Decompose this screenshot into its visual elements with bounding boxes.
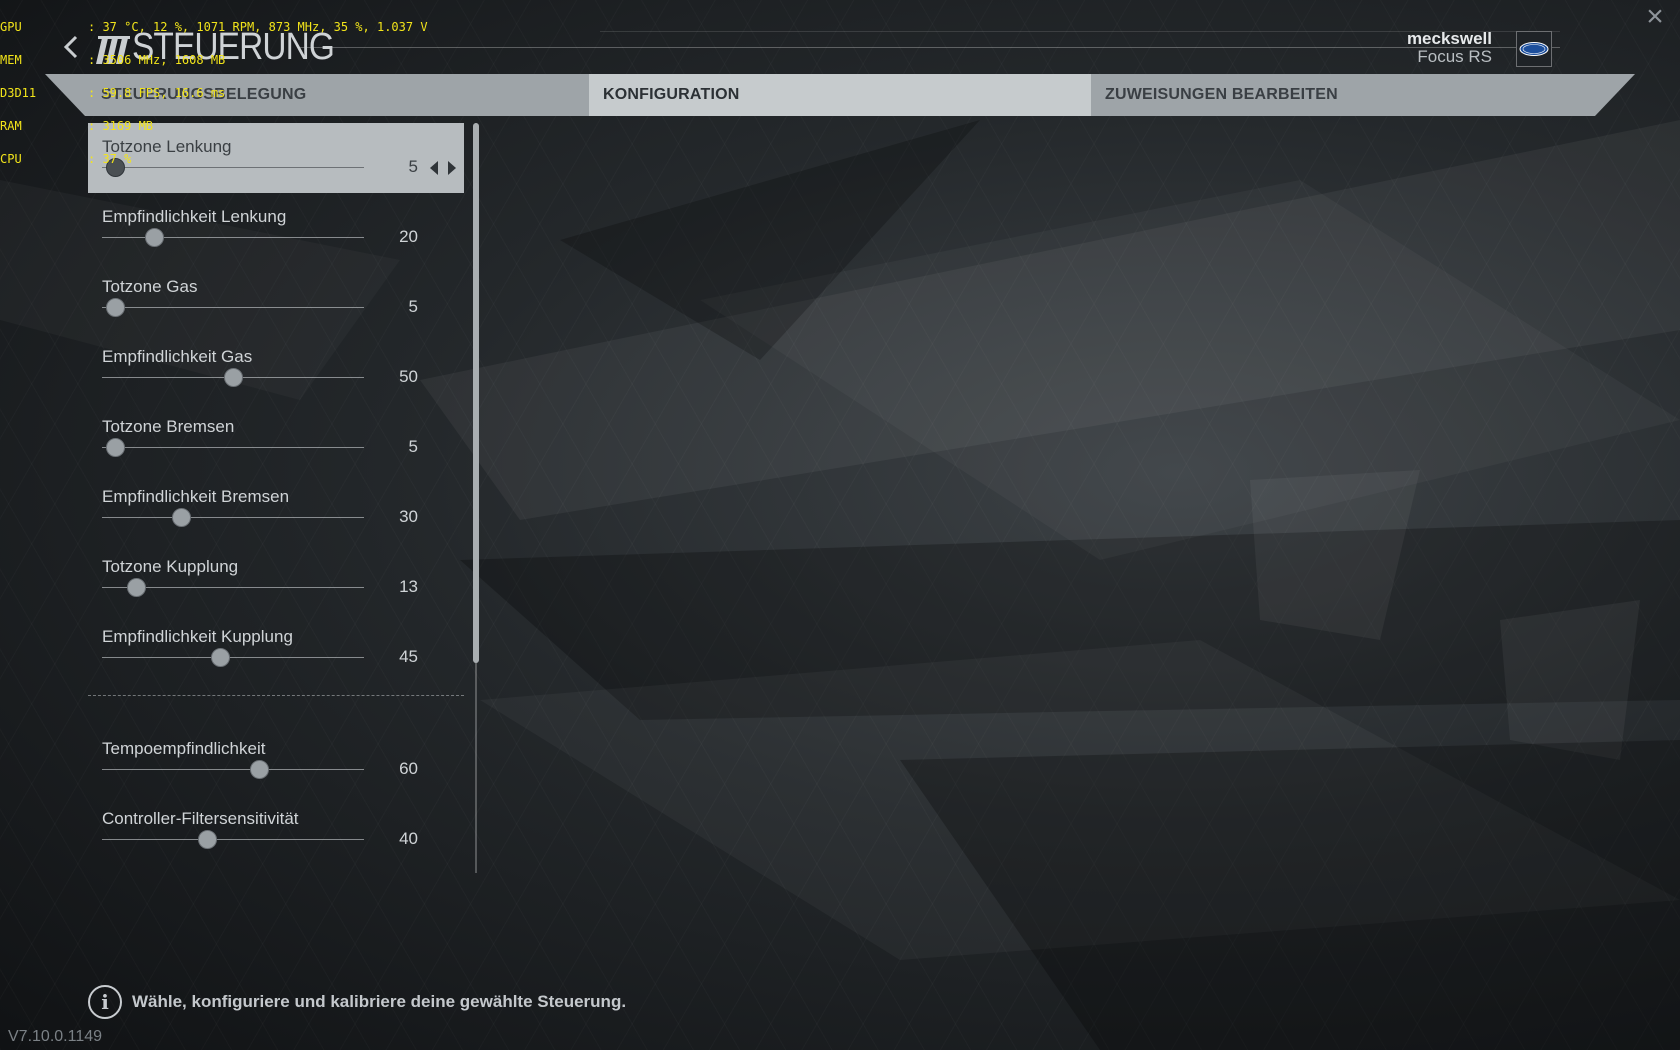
slider-track[interactable] (102, 237, 364, 238)
setting-label: Empfindlichkeit Kupplung (102, 627, 293, 646)
profile-info: meckswell Focus RS (1407, 30, 1492, 66)
hud-value: : 37 % (88, 152, 132, 166)
setting-label: Empfindlichkeit Gas (102, 347, 253, 366)
hud-value: : 3506 MHz, 1608 MB (88, 53, 226, 67)
scrollbar-thumb[interactable] (473, 123, 479, 663)
hud-row-d3d11: D3D11 : 59.8 FPS, 16.6 ms (0, 86, 428, 100)
slider-thumb[interactable] (171, 508, 191, 527)
slider-track[interactable] (102, 839, 364, 840)
setting-label: Tempoempfindlichkeit (102, 739, 266, 758)
setting-row[interactable]: Empfindlichkeit Bremsen 30 (88, 473, 464, 543)
performance-overlay: GPU : 37 °C, 12 %, 1071 RPM, 873 MHz, 35 … (0, 0, 428, 176)
hud-value: : 3169 MB (88, 119, 154, 133)
slider-thumb[interactable] (224, 368, 243, 387)
setting-value: 40 (399, 829, 418, 848)
setting-value: 45 (399, 647, 418, 666)
setting-value: 20 (399, 227, 418, 246)
hud-row-cpu: CPU : 37 % (0, 152, 428, 166)
slider-thumb[interactable] (106, 298, 126, 317)
hud-row-gpu: GPU : 37 °C, 12 %, 1071 RPM, 873 MHz, 35 … (0, 20, 428, 34)
setting-label: Totzone Kupplung (102, 557, 239, 576)
slider-track[interactable] (102, 769, 364, 770)
setting-label: Empfindlichkeit Lenkung (102, 207, 287, 226)
setting-label: Totzone Gas (102, 277, 198, 296)
hud-key: RAM (0, 119, 22, 133)
tab-konfiguration[interactable]: KONFIGURATION (589, 74, 1091, 116)
setting-row[interactable]: Empfindlichkeit Kupplung 45 (88, 613, 464, 683)
header-divider (300, 47, 1560, 48)
hud-row-mem: MEM : 3506 MHz, 1608 MB (0, 53, 428, 67)
setting-row[interactable]: Totzone Bremsen 5 (88, 403, 464, 473)
setting-row[interactable]: Empfindlichkeit Lenkung 20 (88, 193, 464, 263)
settings-group-primary: Totzone Lenkung 5 Empfindlichkeit Lenkung 2… (88, 123, 464, 683)
slider-thumb[interactable] (210, 648, 230, 667)
hud-value: : 59.8 FPS, 16.6 ms (88, 86, 226, 100)
hud-value: : 37 °C, 12 %, 1071 RPM, 873 MHz, 35 %, … (88, 20, 428, 34)
setting-value: 50 (399, 367, 418, 386)
car-name: Focus RS (1417, 47, 1492, 66)
setting-value: 60 (399, 759, 418, 778)
hud-row-ram: RAM : 3169 MB (0, 119, 428, 133)
hud-key: GPU (0, 20, 22, 34)
slider-thumb[interactable] (250, 760, 270, 779)
setting-row[interactable]: Empfindlichkeit Gas 50 (88, 333, 464, 403)
setting-row[interactable]: Totzone Gas 5 (88, 263, 464, 333)
slider-thumb[interactable] (106, 438, 126, 457)
hint-text: Wähle, konfiguriere und kalibriere deine… (132, 992, 627, 1011)
setting-value: 13 (399, 577, 418, 596)
setting-row[interactable]: Controller-Filtersensitivität 40 (88, 795, 464, 865)
slider-track[interactable] (102, 657, 364, 658)
ford-logo-icon (1516, 31, 1552, 67)
hud-key: D3D11 (0, 86, 37, 100)
info-icon: i (88, 985, 122, 1019)
hud-key: CPU (0, 152, 22, 166)
slider-thumb[interactable] (197, 830, 217, 849)
setting-value: 5 (408, 297, 418, 316)
settings-list: Totzone Lenkung 5 Empfindlichkeit Lenkung 2… (88, 123, 464, 873)
setting-value: 30 (399, 507, 418, 526)
hud-key: MEM (0, 53, 22, 67)
settings-group-secondary: Tempoempfindlichkeit 60 Controller-Filters… (88, 725, 464, 873)
setting-label: Controller-Filtersensitivität (102, 809, 299, 828)
setting-row[interactable]: Tempoempfindlichkeit 60 (88, 725, 464, 795)
slider-thumb[interactable] (145, 228, 165, 247)
slider-track[interactable] (102, 517, 364, 518)
arrow-left-icon[interactable] (428, 160, 440, 176)
section-divider (88, 683, 464, 711)
close-icon[interactable]: × (1640, 2, 1670, 32)
version-label: V7.10.0.1149 (8, 1028, 103, 1045)
setting-row[interactable]: Stoßdämpfer-Sättigung (88, 865, 464, 873)
tab-zuweisungen-bearbeiten[interactable]: ZUWEISUNGEN BEARBEITEN (1091, 74, 1591, 116)
slider-track[interactable] (102, 307, 364, 308)
slider-track[interactable] (102, 447, 364, 448)
user-name: meckswell (1406, 29, 1492, 48)
setting-row[interactable]: Totzone Kupplung 13 (88, 543, 464, 613)
setting-label: Empfindlichkeit Bremsen (102, 487, 290, 506)
slider-thumb[interactable] (127, 578, 147, 597)
setting-value: 5 (408, 437, 418, 456)
setting-label: Totzone Bremsen (102, 417, 235, 436)
arrow-right-icon[interactable] (446, 160, 458, 176)
hint-bar: i Wähle, konfiguriere und kalibriere dei… (88, 985, 626, 1019)
